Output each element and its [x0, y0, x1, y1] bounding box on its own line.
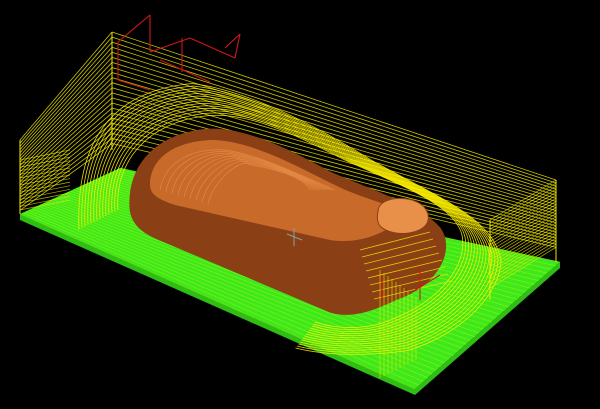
- tool-marker-line: [159, 59, 211, 83]
- envelope-left-pass: [19, 41, 113, 147]
- tool-marker-line: [149, 37, 191, 53]
- part-end-boss: [376, 198, 429, 234]
- envelope-left-pass: [19, 52, 113, 154]
- cam-3d-viewport[interactable]: [0, 0, 600, 409]
- tool-marker-line: [189, 37, 236, 59]
- tool-marker-line: [117, 79, 151, 91]
- tool-marker-line: [117, 14, 151, 43]
- envelope-left-pass: [19, 92, 113, 179]
- toolpath-simulation-scene[interactable]: [0, 0, 600, 409]
- envelope-left-pass: [19, 57, 113, 157]
- envelope-right-pass: [489, 216, 557, 258]
